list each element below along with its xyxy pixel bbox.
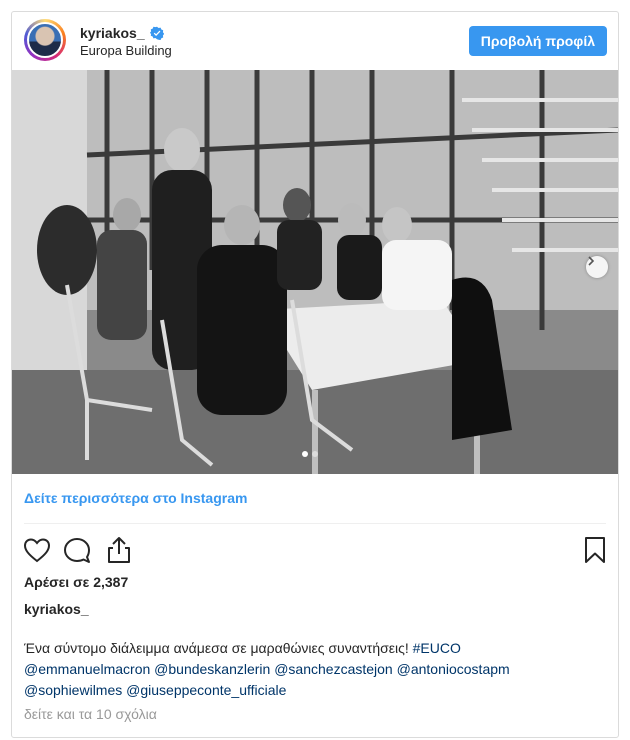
mention-link[interactable]: @bundeskanzlerin (154, 661, 270, 677)
mention-link[interactable]: @sanchezcastejon (274, 661, 393, 677)
post-photo-image (12, 70, 618, 474)
divider (24, 523, 606, 524)
share-upload-icon[interactable] (104, 535, 134, 565)
verified-badge-icon (149, 26, 164, 40)
instagram-embed-card: kyriakos_ Europa Building Προβολή προφίλ (11, 11, 619, 738)
bookmark-icon[interactable] (580, 535, 610, 565)
mention-link[interactable]: @emmanuelmacron (24, 661, 150, 677)
action-bar (12, 532, 618, 572)
hashtag-link[interactable]: #EUCO (413, 640, 461, 656)
carousel-dot[interactable] (312, 451, 318, 457)
likes-count[interactable]: Αρέσει σε 2,387 (24, 574, 128, 590)
heart-icon[interactable] (22, 535, 52, 565)
location-link[interactable]: Europa Building (80, 43, 172, 58)
view-profile-button[interactable]: Προβολή προφίλ (468, 26, 607, 56)
username-link[interactable]: kyriakos_ (80, 25, 145, 41)
username-row: kyriakos_ (80, 25, 164, 41)
post-photo[interactable] (12, 70, 618, 474)
caption-text: Ένα σύντομο διάλειμμα ανάμεσα σε μαραθών… (24, 640, 413, 656)
chevron-right-icon (588, 256, 595, 266)
avatar[interactable] (24, 19, 66, 61)
post-caption: Ένα σύντομο διάλειμμα ανάμεσα σε μαραθών… (24, 638, 609, 701)
comment-bubble-icon[interactable] (62, 535, 92, 565)
view-all-comments-link[interactable]: δείτε και τα 10 σχόλια (24, 706, 157, 722)
mention-link[interactable]: @giuseppeconte_ufficiale (126, 682, 286, 698)
mention-link[interactable]: @sophiewilmes (24, 682, 122, 698)
mention-link[interactable]: @antoniocostapm (397, 661, 510, 677)
post-owner-username[interactable]: kyriakos_ (24, 601, 89, 617)
carousel-dot[interactable] (302, 451, 308, 457)
avatar-photo (27, 22, 63, 58)
carousel-dots (302, 451, 318, 457)
carousel-next-button[interactable] (586, 256, 608, 278)
post-header: kyriakos_ Europa Building Προβολή προφίλ (12, 12, 618, 70)
see-more-on-instagram-link[interactable]: Δείτε περισσότερα στο Instagram (24, 490, 247, 506)
